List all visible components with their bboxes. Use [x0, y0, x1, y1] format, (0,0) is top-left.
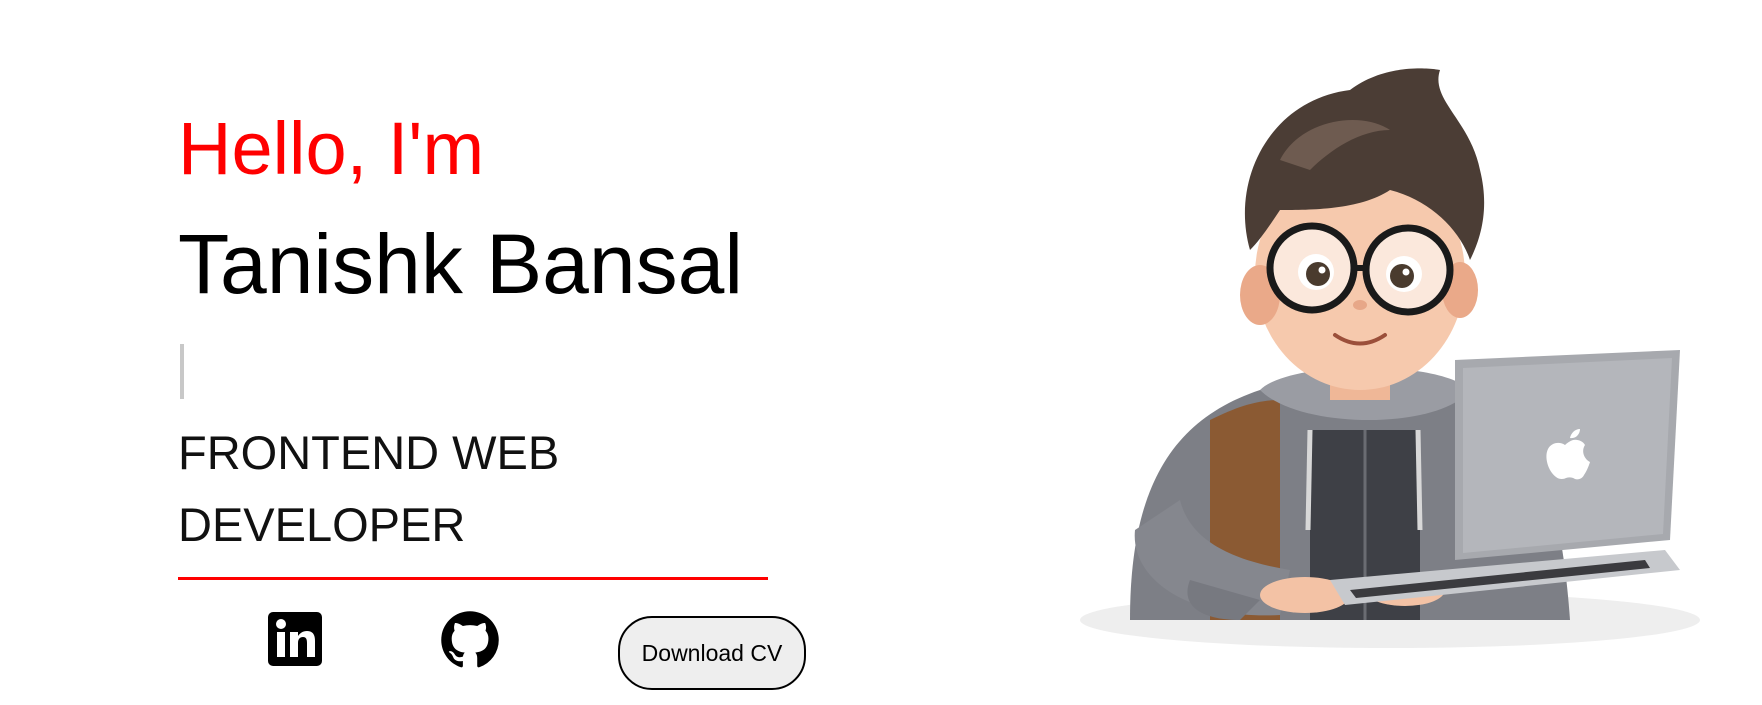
github-icon-graphic — [441, 611, 499, 668]
download-cv-button[interactable]: Download CV — [618, 616, 806, 690]
hero-actions: Download CV — [178, 610, 818, 700]
greeting-text: Hello, I'm — [178, 107, 485, 190]
name-heading: Tanishk Bansal — [178, 217, 743, 311]
role-text: FRONTEND WEB DEVELOPER — [178, 426, 560, 551]
linkedin-icon-graphic — [268, 612, 322, 666]
hero-section: Hello, I'm Tanishk Bansal FRONTEND WEB D… — [178, 100, 818, 700]
portfolio-page: Hello, I'm Tanishk Bansal FRONTEND WEB D… — [0, 0, 1762, 705]
avatar-illustration-graphic — [1080, 68, 1700, 648]
linkedin-icon[interactable] — [268, 612, 322, 666]
accent-underline — [178, 577, 768, 580]
typing-cursor — [180, 344, 184, 399]
avatar-illustration — [1060, 60, 1710, 680]
github-icon[interactable] — [440, 610, 500, 670]
